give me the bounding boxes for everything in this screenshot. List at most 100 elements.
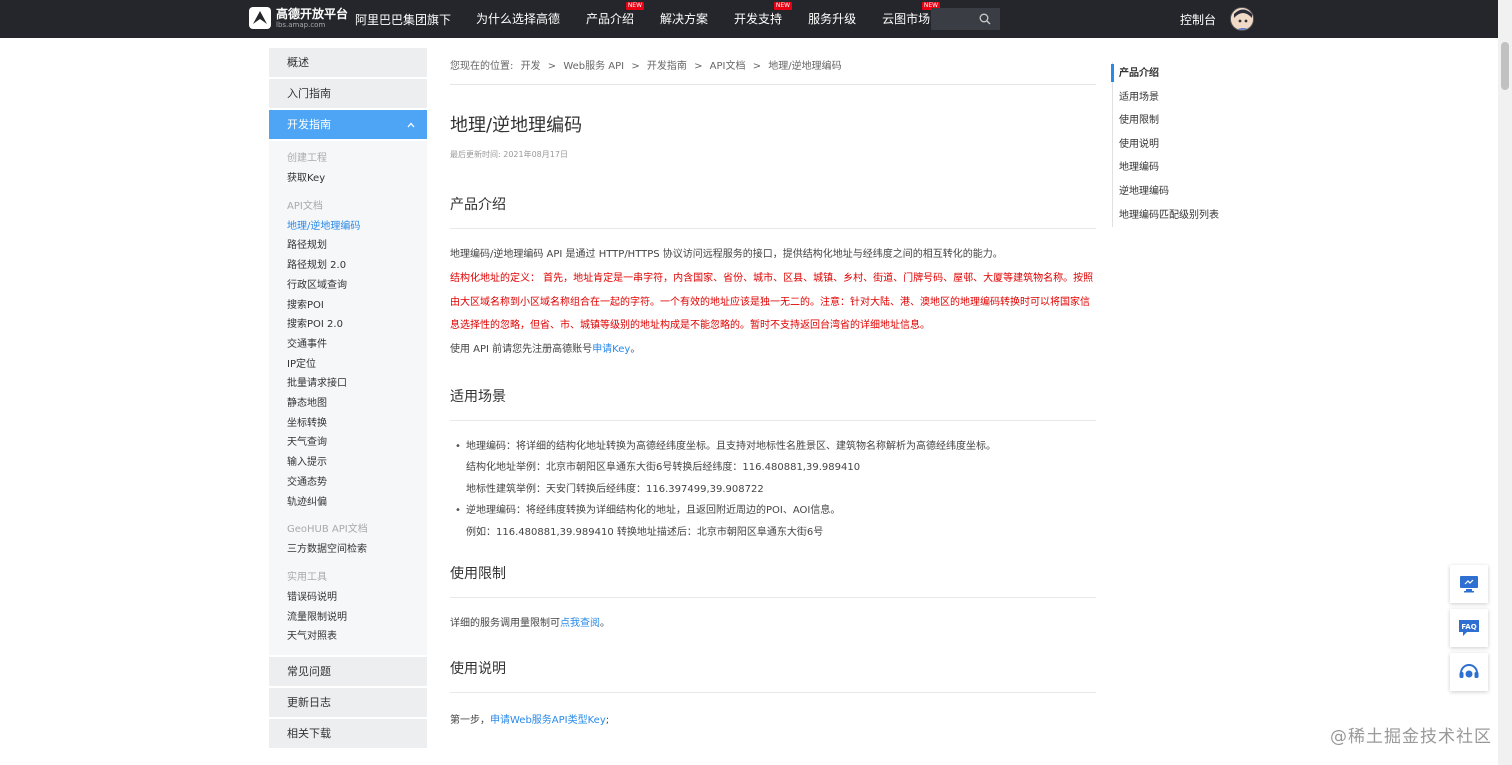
sidebar-item-third-party-search[interactable]: 三方数据空间检索 (287, 540, 427, 560)
apply-key-link[interactable]: 申请Key (592, 344, 630, 355)
limits-punct: 。 (600, 618, 610, 629)
toc-item-intro[interactable]: 产品介绍 (1119, 62, 1219, 86)
page-title: 地理/逆地理编码 (450, 115, 583, 136)
sidebar-dev-guide-label: 开发指南 (287, 118, 331, 131)
sidebar-item-route-planning[interactable]: 路径规划 (287, 236, 427, 256)
nav-why-amap[interactable]: 为什么选择高德 (476, 0, 560, 38)
sidebar-group-api: API文档 (287, 200, 323, 212)
sidebar-changelog[interactable]: 更新日志 (269, 688, 427, 718)
sidebar-item-get-key[interactable]: 获取Key (287, 169, 427, 189)
sidebar-item-poi-search-2[interactable]: 搜索POI 2.0 (287, 315, 427, 335)
chevron-up-icon (407, 122, 415, 128)
faq-button[interactable]: FAQ (1450, 609, 1488, 647)
toc-item-limits[interactable]: 使用限制 (1119, 109, 1219, 133)
toc-item-regeocoding[interactable]: 逆地理编码 (1119, 180, 1219, 204)
apply-key-text: 使用 API 前请您先注册高德账号 (450, 343, 593, 355)
sidebar-getting-started[interactable]: 入门指南 (269, 79, 427, 108)
support-icon (1459, 664, 1479, 678)
sidebar-item-rate-limits[interactable]: 流量限制说明 (287, 608, 427, 628)
sidebar-item-weather-table[interactable]: 天气对照表 (287, 627, 427, 647)
sidebar-item-batch-request[interactable]: 批量请求接口 (287, 374, 427, 394)
avatar[interactable] (1230, 7, 1254, 31)
docs-sidebar: 概述 入门指南 开发指南 创建工程 获取Key API文档 地理/逆地理编码 路… (269, 48, 427, 750)
doc-content: 您现在的位置: 开发 > Web服务 API > 开发指南 > API文档 > … (450, 56, 1096, 733)
sidebar-dev-guide[interactable]: 开发指南 (269, 110, 427, 139)
section-title-scenarios: 适用场景 (450, 386, 1096, 421)
nav-dev-support[interactable]: 开发支持 NEW (734, 0, 793, 38)
sidebar-item-static-map[interactable]: 静态地图 (287, 394, 427, 414)
faq-icon: FAQ (1459, 620, 1479, 636)
sidebar-faq[interactable]: 常见问题 (269, 657, 427, 687)
monitor-button[interactable] (1450, 565, 1488, 603)
sidebar-item-weather[interactable]: 天气查询 (287, 433, 427, 453)
nav-products[interactable]: 产品介绍 NEW (586, 0, 645, 38)
limits-link[interactable]: 点我查阅 (560, 618, 600, 629)
sidebar-overview[interactable]: 概述 (269, 48, 427, 77)
sidebar-item-coordinate-convert[interactable]: 坐标转换 (287, 414, 427, 434)
usage-step-text: 第一步， (450, 715, 490, 726)
nav-solutions[interactable]: 解决方案 (660, 0, 708, 38)
search-input[interactable] (931, 9, 976, 31)
intro-paragraph: 地理编码/逆地理编码 API 是通过 HTTP/HTTPS 协议访问远程服务的接… (450, 249, 1003, 260)
nav-service-upgrade[interactable]: 服务升级 (808, 0, 856, 38)
apply-key-punct: 。 (630, 343, 641, 355)
page-scrollbar[interactable] (1498, 0, 1512, 765)
breadcrumb: 您现在的位置: 开发 > Web服务 API > 开发指南 > API文档 > … (450, 56, 1096, 85)
breadcrumb-prefix: 您现在的位置: (450, 61, 514, 72)
structured-address-note: 结构化地址的定义： 首先，地址肯定是一串字符，内含国家、省份、城市、区县、城镇、… (450, 273, 1094, 331)
section-title-intro: 产品介绍 (450, 194, 1096, 229)
search-icon[interactable] (979, 13, 991, 25)
sidebar-downloads[interactable]: 相关下载 (269, 719, 427, 749)
logo-title: 高德开放平台 (276, 6, 349, 21)
logo-subtitle: lbs.amap.com (276, 20, 326, 29)
console-link[interactable]: 控制台 (1180, 11, 1216, 28)
breadcrumb-api-docs[interactable]: API文档 (710, 61, 746, 72)
sidebar-group-create: 创建工程 (287, 153, 327, 164)
sidebar-item-poi-search[interactable]: 搜索POI (287, 296, 427, 316)
breadcrumb-dev[interactable]: 开发 (521, 61, 541, 72)
breadcrumb-sep: > (547, 61, 557, 72)
toc-item-scenarios[interactable]: 适用场景 (1119, 86, 1219, 110)
scrollbar-thumb[interactable] (1501, 42, 1509, 90)
breadcrumb-sep: > (752, 61, 762, 72)
last-updated: 最后更新时间: 2021年08月17日 (450, 150, 568, 159)
sidebar-group-geohub: GeoHUB API文档 (287, 524, 368, 536)
sidebar-item-district-query[interactable]: 行政区域查询 (287, 276, 427, 296)
sidebar-item-traffic-status[interactable]: 交通态势 (287, 473, 427, 493)
sidebar-item-traffic-events[interactable]: 交通事件 (287, 335, 427, 355)
watermark: @稀土掘金技术社区 (1330, 727, 1492, 747)
breadcrumb-dev-guide[interactable]: 开发指南 (647, 61, 687, 72)
monitor-icon (1460, 576, 1478, 593)
sidebar-item-input-tips[interactable]: 输入提示 (287, 453, 427, 473)
sidebar-item-ip-location[interactable]: IP定位 (287, 355, 427, 375)
alibaba-group-label[interactable]: 阿里巴巴集团旗下 (355, 11, 451, 28)
sidebar-item-route-planning-2[interactable]: 路径规划 2.0 (287, 256, 427, 276)
support-button[interactable] (1450, 653, 1488, 691)
svg-text:FAQ: FAQ (1461, 623, 1476, 631)
section-title-usage: 使用说明 (450, 658, 1096, 693)
sidebar-item-grasp-road[interactable]: 轨迹纠偏 (287, 493, 427, 513)
limits-paragraph: 详细的服务调用量限制可点我查阅。 (450, 612, 1096, 636)
limits-text: 详细的服务调用量限制可 (450, 618, 560, 629)
usage-step-punct: ; (605, 715, 610, 726)
sidebar-item-error-codes[interactable]: 错误码说明 (287, 588, 427, 608)
toc-item-match-levels[interactable]: 地理编码匹配级别列表 (1119, 204, 1219, 228)
scenario-list: 地理编码：将详细的结构化地址转换为高德经纬度坐标。且支持对地标性名胜景区、建筑物… (450, 436, 1096, 544)
new-badge: NEW (625, 2, 645, 10)
usage-step-1: 第一步，申请Web服务API类型Key; (450, 709, 1096, 733)
apply-web-key-link[interactable]: 申请Web服务API类型Key (490, 715, 606, 726)
nav-cloud-market[interactable]: 云图市场 NEW (882, 0, 941, 38)
apply-key-note: 使用 API 前请您先注册高德账号申请Key。 (450, 338, 1096, 362)
sidebar-group-tools: 实用工具 (287, 571, 327, 583)
amap-logo-icon (249, 7, 271, 29)
geocode-example-2: 地标性建筑举例：天安门转换后经纬度：116.397499,39.908722 (466, 483, 764, 495)
toc-item-usage[interactable]: 使用说明 (1119, 133, 1219, 157)
breadcrumb-sep: > (631, 61, 640, 72)
breadcrumb-sep: > (694, 61, 703, 72)
amap-logo[interactable]: 高德开放平台 lbs.amap.com (248, 6, 348, 30)
search-box (931, 8, 1000, 31)
list-item: 逆地理编码：将经纬度转换为详细结构化的地址，且返回附近周边的POI、AOI信息。 (455, 500, 1096, 522)
breadcrumb-web-api[interactable]: Web服务 API (563, 61, 624, 72)
toc-item-geocoding[interactable]: 地理编码 (1119, 156, 1219, 180)
sidebar-item-geocoding[interactable]: 地理/逆地理编码 (287, 217, 427, 237)
